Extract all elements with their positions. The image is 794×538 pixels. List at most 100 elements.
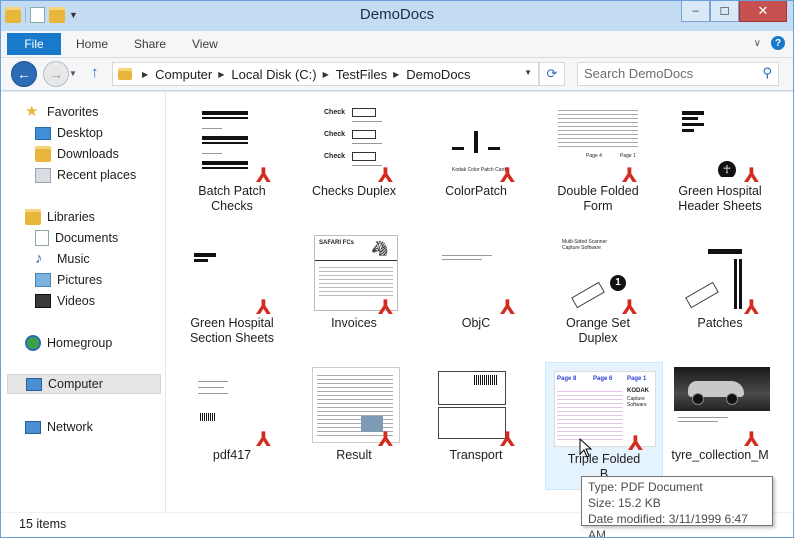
- music-icon: ♪: [35, 250, 43, 267]
- explorer-window: ▼ DemoDocs – ☐ ✕ File Home Share View ∨ …: [0, 0, 794, 538]
- maximize-button[interactable]: ☐: [710, 1, 739, 22]
- nav-documents[interactable]: Documents: [35, 228, 118, 248]
- nav-network[interactable]: Network: [25, 417, 93, 437]
- window-title: DemoDocs: [359, 6, 435, 23]
- nav-desktop[interactable]: Desktop: [35, 123, 103, 143]
- expand-ribbon-chevron-icon[interactable]: ∨: [754, 38, 761, 49]
- file-list: ⅄ Batch Patch Checks Check Check Check ⅄ …: [169, 92, 793, 512]
- back-button[interactable]: ←: [11, 61, 37, 87]
- window-controls: – ☐ ✕: [681, 1, 787, 22]
- file-tooltip: Type: PDF Document Size: 15.2 KB Date mo…: [581, 476, 773, 537]
- file-name: Transport: [449, 448, 503, 462]
- nav-label: Computer: [48, 377, 103, 391]
- nav-label: Music: [57, 252, 90, 266]
- tooltip-date: Date modified: 3/11/1999 6:47 AM: [588, 512, 748, 538]
- tooltip-size: Size: 15.2 KB: [588, 496, 661, 510]
- file-name: Batch Patch Checks: [198, 184, 266, 213]
- help-icon[interactable]: ?: [771, 36, 785, 50]
- file-item[interactable]: ⅄ Batch Patch Checks: [173, 94, 291, 222]
- folder-icon: [118, 68, 132, 80]
- tab-file[interactable]: File: [7, 33, 61, 55]
- address-history-chevron-icon[interactable]: ▼: [524, 68, 532, 77]
- file-item[interactable]: ⅄ pdf417: [173, 358, 291, 486]
- ribbon-tabs: File Home Share View ∨ ?: [1, 31, 793, 58]
- search-icon[interactable]: ⚲: [762, 65, 772, 81]
- file-item[interactable]: ⅄ Result: [295, 358, 413, 486]
- minimize-button[interactable]: –: [681, 1, 710, 22]
- close-button[interactable]: ✕: [739, 1, 787, 22]
- nav-libraries[interactable]: Libraries: [25, 207, 95, 227]
- nav-label: Videos: [57, 294, 95, 308]
- recent-locations-chevron-icon[interactable]: ▼: [69, 69, 77, 78]
- videos-icon: [35, 294, 51, 308]
- downloads-icon: [35, 146, 51, 162]
- nav-label: Network: [47, 420, 93, 434]
- file-item[interactable]: Kodak Color Patch Card ⅄ ColorPatch: [417, 94, 535, 222]
- file-item[interactable]: SAFARI FCs 🦓 ⅄ Invoices: [295, 226, 413, 354]
- nav-music[interactable]: ♪ Music: [35, 249, 90, 269]
- tab-share[interactable]: Share: [134, 37, 166, 51]
- breadcrumb-local-disk[interactable]: Local Disk (C:): [231, 67, 316, 82]
- file-item[interactable]: ☥ ⅄ Green Hospital Header Sheets: [661, 94, 779, 222]
- up-arrow-icon[interactable]: ↑: [91, 64, 99, 81]
- search-input[interactable]: [578, 63, 754, 83]
- nav-pictures[interactable]: Pictures: [35, 270, 102, 290]
- nav-recent-places[interactable]: Recent places: [35, 165, 136, 185]
- refresh-button[interactable]: ⟳: [539, 62, 565, 86]
- file-name: Green Hospital Section Sheets: [189, 316, 275, 345]
- navigation-bar: ← → ▼ ↑ ▶ Computer ▶ Local Disk (C:) ▶ T…: [1, 58, 793, 90]
- tab-view[interactable]: View: [192, 37, 218, 51]
- item-count: 15 items: [19, 517, 67, 531]
- mouse-pointer-icon: [579, 438, 593, 458]
- nav-favorites[interactable]: ★ Favorites: [25, 102, 98, 122]
- pictures-icon: [35, 273, 51, 287]
- nav-label: Recent places: [57, 168, 137, 182]
- file-name: ColorPatch: [445, 184, 507, 198]
- chevron-right-icon[interactable]: ▶: [323, 70, 329, 79]
- title-bar: ▼ DemoDocs – ☐ ✕: [1, 1, 793, 31]
- chevron-right-icon[interactable]: ▶: [393, 70, 399, 79]
- nav-label: Libraries: [47, 210, 95, 224]
- file-item[interactable]: ☥ ⅄ Green HospitalSection Sheets: [173, 226, 291, 354]
- search-box[interactable]: ⚲: [577, 62, 779, 86]
- nav-label: Documents: [55, 231, 119, 245]
- tab-home[interactable]: Home: [76, 37, 108, 51]
- address-bar[interactable]: ▶ Computer ▶ Local Disk (C:) ▶ TestFiles…: [112, 62, 539, 86]
- file-name: pdf417: [212, 448, 252, 462]
- file-name: Double Folded Form: [557, 184, 639, 213]
- nav-computer[interactable]: Computer: [7, 374, 161, 394]
- forward-button[interactable]: →: [43, 61, 69, 87]
- breadcrumb-demodocs[interactable]: DemoDocs: [406, 67, 470, 82]
- nav-videos[interactable]: Videos: [35, 291, 95, 311]
- file-item-selected[interactable]: Page 8 Page 6 Page 1 KODAK Capture Softw…: [545, 362, 663, 490]
- file-name: Checks Duplex: [311, 184, 397, 198]
- ribbon-right: ∨ ?: [754, 36, 785, 50]
- tooltip-type: Type: PDF Document: [588, 480, 703, 494]
- homegroup-icon: [25, 335, 41, 351]
- file-item[interactable]: ⅄ Transport: [417, 358, 535, 486]
- chevron-right-icon[interactable]: ▶: [142, 70, 148, 79]
- nav-label: Favorites: [47, 105, 99, 119]
- computer-icon: [26, 377, 42, 391]
- main-area: ★ Favorites Desktop Downloads Recent pla…: [1, 91, 793, 512]
- file-name: Patches: [697, 316, 743, 330]
- nav-label: Homegroup: [47, 336, 113, 350]
- nav-downloads[interactable]: Downloads: [35, 144, 119, 164]
- breadcrumb-testfiles[interactable]: TestFiles: [336, 67, 387, 82]
- recent-places-icon: [35, 167, 51, 183]
- nav-label: Downloads: [57, 147, 119, 161]
- nav-homegroup[interactable]: Homegroup: [25, 333, 112, 353]
- file-item[interactable]: ⅄ Patches: [661, 226, 779, 354]
- file-item[interactable]: Page 4 Page 1 ⅄ Double Folded Form: [539, 94, 657, 222]
- file-name: Result: [336, 448, 372, 462]
- nav-label: Desktop: [57, 126, 103, 140]
- file-name: ObjC: [461, 316, 491, 330]
- file-item[interactable]: Check Check Check ⅄ Checks Duplex: [295, 94, 413, 222]
- chevron-right-icon[interactable]: ▶: [218, 70, 224, 79]
- documents-icon: [35, 230, 49, 246]
- star-icon: ★: [25, 103, 39, 120]
- file-item[interactable]: ⅄ tyre_collection_M: [661, 358, 779, 486]
- file-item[interactable]: Multi-Sided Scanner Capture Software 1 ⅄…: [539, 226, 657, 354]
- breadcrumb-computer[interactable]: Computer: [155, 67, 212, 82]
- file-item[interactable]: ⅄ ObjC: [417, 226, 535, 354]
